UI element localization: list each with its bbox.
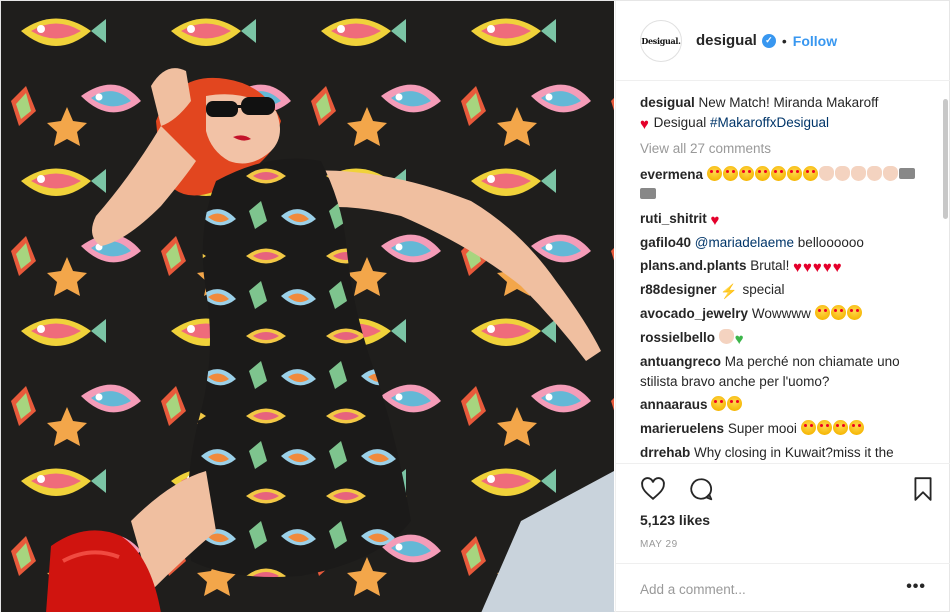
comment-text: special — [742, 282, 785, 298]
comment-username[interactable]: antuangreco — [640, 354, 721, 369]
comment-row: evermena — [640, 165, 930, 205]
heart-emoji-icon: ♥ — [803, 259, 812, 277]
heart-eyes-emoji-icon — [830, 304, 846, 320]
caption-brand: Desigual — [653, 115, 707, 130]
comments-list[interactable]: desigual New Match! Miranda Makaroff ♥ D… — [616, 81, 950, 463]
heart-eyes-emoji-icon — [848, 420, 864, 436]
heart-emoji-icon: ♥ — [793, 259, 802, 277]
post-header: Desigual. desigual ✓ • Follow — [616, 1, 950, 81]
post-date: MAY 29 — [640, 539, 678, 550]
clapping-hands-emoji-icon — [882, 166, 898, 181]
comment-row: r88designer ⚡ special — [640, 280, 930, 300]
heart-eyes-emoji-icon — [711, 396, 727, 412]
comment-rows: evermena ruti_shitrit ♥ gafilo40 @mariade… — [640, 165, 930, 463]
header-separator: • — [781, 32, 787, 49]
comment-text: Brutal! — [750, 258, 790, 274]
caption-username[interactable]: desigual — [640, 95, 695, 110]
clapping-hands-emoji-icon — [818, 166, 834, 181]
comment-row: plans.and.plants Brutal! ♥♥♥♥♥ — [640, 256, 930, 276]
heart-emoji-icon: ♥ — [710, 211, 720, 229]
camera-emoji-icon — [898, 168, 915, 179]
comment-username[interactable]: annaaraus — [640, 397, 708, 412]
add-comment-bar: ••• — [616, 563, 950, 612]
view-all-comments-link[interactable]: View all 27 comments — [640, 139, 930, 159]
comment-username[interactable]: drrehab — [640, 445, 690, 460]
heart-eyes-emoji-icon — [727, 396, 743, 412]
comment-row: annaaraus — [640, 395, 930, 415]
comment-username[interactable]: rossielbello — [640, 330, 715, 345]
heart-eyes-emoji-icon — [786, 166, 802, 181]
comment-username[interactable]: avocado_jewelry — [640, 306, 748, 321]
caption-text: New Match! Miranda Makaroff — [698, 95, 879, 110]
comment-row: antuangreco Ma perché non chiamate uno s… — [640, 352, 930, 392]
more-options-icon[interactable]: ••• — [906, 578, 926, 596]
heart-emoji-icon: ♥ — [640, 116, 649, 133]
heart-emoji-icon: ♥ — [832, 259, 842, 277]
heart-eyes-emoji-icon — [800, 420, 816, 436]
fashion-photo-illustration — [1, 1, 614, 612]
comment-mention[interactable]: @mariadelaeme — [695, 235, 794, 250]
follow-button[interactable]: Follow — [793, 33, 837, 49]
comment-text: belloooooo — [797, 234, 864, 250]
comment-text: Wowwww — [751, 305, 811, 321]
camera-emoji-icon — [640, 188, 656, 199]
green-heart-emoji-icon: ♥ — [734, 330, 744, 348]
lightning-emoji-icon: ⚡ — [720, 283, 738, 300]
post-photo[interactable] — [1, 1, 614, 612]
heart-eyes-emoji-icon — [770, 166, 786, 181]
comment-row: ruti_shitrit ♥ — [640, 209, 930, 229]
post-caption: desigual New Match! Miranda Makaroff ♥ D… — [640, 93, 930, 133]
comment-username[interactable]: ruti_shitrit — [640, 211, 707, 226]
comment-row: rossielbello ♥ — [640, 328, 930, 348]
heart-eyes-emoji-icon — [706, 166, 722, 181]
comment-row: gafilo40 @mariadelaeme belloooooo — [640, 233, 930, 253]
comment-text: Super mooi — [727, 421, 797, 437]
comment-row: avocado_jewelry Wowwww — [640, 304, 930, 324]
post-actions-bar — [616, 463, 950, 511]
clapping-hands-emoji-icon — [866, 166, 882, 181]
heart-outline-icon[interactable] — [640, 476, 666, 502]
comment-username[interactable]: evermena — [640, 167, 703, 182]
instagram-post: Desigual. desigual ✓ • Follow desigual N… — [0, 0, 950, 612]
comment-text: Why closing in Kuwait?miss it the — [694, 444, 894, 460]
avatar[interactable]: Desigual. — [640, 19, 682, 62]
clapping-hands-emoji-icon — [834, 166, 850, 181]
bookmark-icon[interactable] — [910, 476, 936, 502]
comment-username[interactable]: plans.and.plants — [640, 258, 747, 273]
heart-eyes-emoji-icon — [754, 166, 770, 181]
comment-row: drrehab Why closing in Kuwait?miss it th… — [640, 443, 930, 463]
heart-eyes-emoji-icon — [832, 420, 848, 436]
likes-count[interactable]: 5,123 likes — [640, 512, 710, 528]
heart-emoji-icon: ♥ — [812, 259, 822, 277]
caption-hashtag[interactable]: #MakaroffxDesigual — [710, 115, 829, 130]
comments-scrollbar[interactable] — [943, 99, 948, 219]
header-username[interactable]: desigual — [696, 32, 757, 49]
comment-username[interactable]: r88designer — [640, 282, 717, 297]
heart-eyes-emoji-icon — [802, 166, 818, 181]
comment-username[interactable]: gafilo40 — [640, 235, 691, 250]
heart-eyes-emoji-icon — [814, 304, 830, 320]
heart-eyes-emoji-icon — [816, 420, 832, 436]
heart-eyes-emoji-icon — [846, 304, 862, 320]
speech-bubble-icon[interactable] — [688, 476, 714, 502]
heart-eyes-emoji-icon — [722, 166, 738, 181]
add-comment-input[interactable] — [640, 578, 890, 600]
comment-username[interactable]: marieruelens — [640, 421, 724, 436]
post-side-panel: Desigual. desigual ✓ • Follow desigual N… — [615, 1, 950, 612]
heart-eyes-emoji-icon — [738, 166, 754, 181]
clapping-hands-emoji-icon — [850, 166, 866, 181]
clapping-hands-emoji-icon — [718, 328, 734, 344]
heart-emoji-icon: ♥ — [822, 259, 832, 277]
comment-row: marieruelens Super mooi — [640, 419, 930, 439]
verified-badge-icon: ✓ — [761, 33, 776, 48]
